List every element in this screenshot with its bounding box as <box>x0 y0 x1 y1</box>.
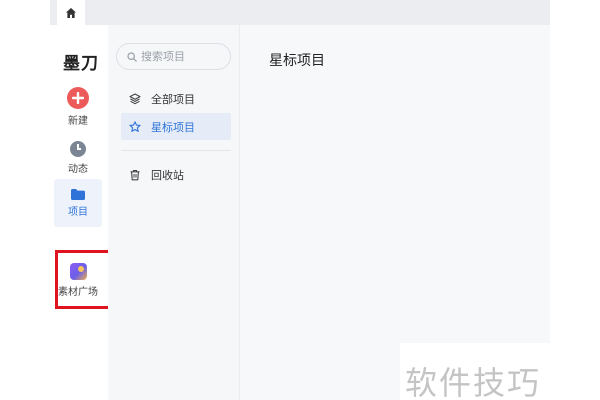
trash-icon <box>130 169 140 180</box>
star-icon <box>129 120 141 132</box>
watermark-text: 软件技巧 <box>405 364 542 400</box>
home-icon <box>66 7 76 18</box>
layers-icon <box>129 92 141 104</box>
sidebar-item-label: 星标项目 <box>151 121 195 134</box>
activity-button[interactable]: 动态 <box>54 139 102 179</box>
home-tab[interactable] <box>57 0 85 25</box>
sidebar-item-trash[interactable]: 回收站 <box>121 161 231 188</box>
tab-bar <box>50 0 550 25</box>
search-input[interactable] <box>141 50 221 63</box>
project-sidebar: 全部项目 星标项目 回收站 <box>108 25 240 400</box>
sidebar-item-starred-projects[interactable]: 星标项目 <box>121 113 231 140</box>
sidebar-item-label: 全部项目 <box>151 93 195 106</box>
projects-label: 项目 <box>68 207 88 218</box>
right-blank-area <box>550 0 600 400</box>
left-rail: 墨刀 新建 动态 项目 素材广场 <box>50 25 108 400</box>
search-icon <box>127 51 137 62</box>
folder-icon <box>71 189 85 200</box>
plus-icon <box>67 87 89 109</box>
sidebar-item-label: 回收站 <box>151 169 184 182</box>
activity-label: 动态 <box>68 164 88 175</box>
new-button[interactable]: 新建 <box>54 87 102 127</box>
app-logo: 墨刀 <box>63 54 99 74</box>
projects-button[interactable]: 项目 <box>54 179 102 227</box>
sidebar-item-all-projects[interactable]: 全部项目 <box>121 85 231 112</box>
new-label: 新建 <box>68 116 88 127</box>
page-title: 星标项目 <box>269 52 325 68</box>
search-box[interactable] <box>116 43 231 70</box>
sidebar-divider <box>121 150 231 151</box>
clock-icon <box>70 141 86 157</box>
